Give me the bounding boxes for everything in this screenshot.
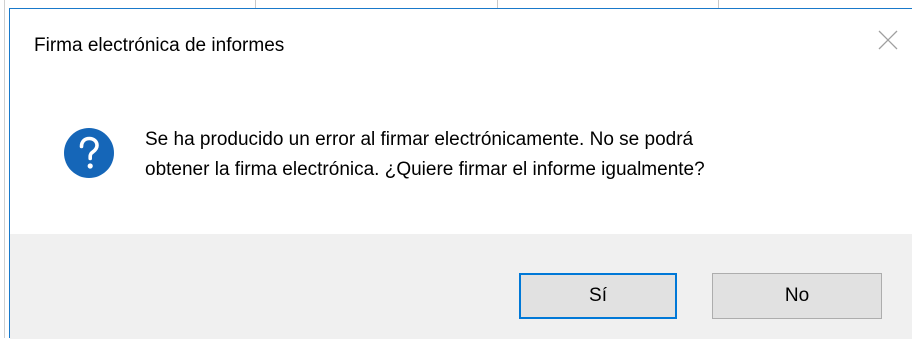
yes-button[interactable]: Sí (519, 273, 677, 319)
dialog-message: Se ha producido un error al firmar elect… (145, 125, 865, 185)
dialog-titlebar[interactable]: Firma electrónica de informes (10, 9, 912, 69)
message-line: obtener la firma electrónica. ¿Quiere fi… (145, 159, 705, 180)
dialog-button-bar: Sí No (10, 234, 912, 339)
dialog-content: Se ha producido un error al firmar elect… (10, 69, 912, 234)
message-dialog: Firma electrónica de informes Se ha prod… (9, 8, 912, 339)
close-button[interactable] (866, 17, 912, 63)
background-grid-line (497, 0, 498, 8)
background-window-edge (0, 0, 9, 338)
dialog-title: Firma electrónica de informes (34, 35, 285, 56)
no-button[interactable]: No (712, 273, 882, 319)
question-icon (64, 128, 114, 178)
background-grid-line (4, 0, 5, 338)
close-icon (878, 30, 898, 50)
background-grid-line (718, 0, 719, 8)
background-grid-line (255, 0, 256, 8)
message-line: Se ha producido un error al firmar elect… (145, 129, 694, 150)
background-window-strip (0, 0, 912, 8)
